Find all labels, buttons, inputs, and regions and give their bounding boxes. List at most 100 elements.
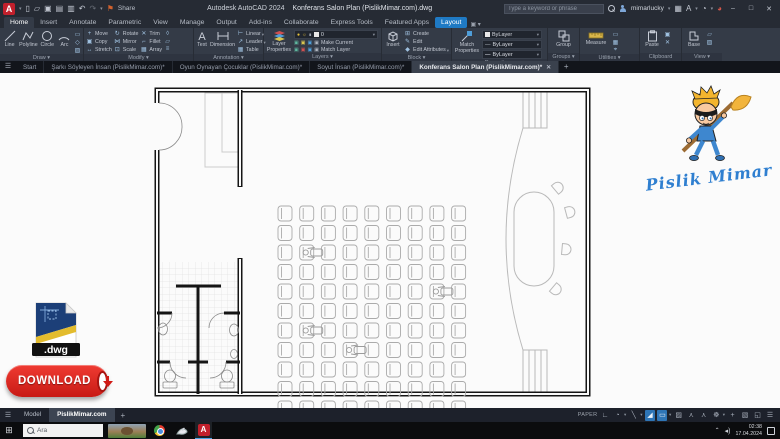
osnap-icon-caret[interactable]: ▾ [669, 412, 671, 418]
chrome-taskbar-icon[interactable] [151, 422, 168, 439]
table-button[interactable]: ▦Table [237, 47, 266, 54]
edit-attributes-button[interactable]: ◆Edit Attributes ▾ [404, 47, 449, 54]
snap-mode-icon[interactable]: ◔ [612, 410, 622, 421]
panel-title-groups[interactable]: Groups ▾ [548, 53, 579, 61]
quick-calc-icon[interactable]: ▦ [612, 39, 619, 46]
file-tab-konferans-salon-plan[interactable]: Konferans Salon Plan (PislikMimar.com)*✕ [412, 61, 559, 73]
isolate-objects-icon[interactable]: ◱ [753, 410, 763, 421]
action-center-icon[interactable] [767, 427, 775, 435]
open-icon[interactable]: ▱ [34, 4, 40, 13]
autocad-app-icon[interactable]: A [3, 3, 15, 15]
ribbon-tab-layout[interactable]: Layout [435, 17, 467, 28]
layer-properties-button[interactable]: Layer Properties [266, 30, 292, 53]
circle-button[interactable]: Circle [40, 30, 55, 49]
panel-title-view[interactable]: View ▾ [682, 53, 722, 61]
annotation-autoscale-icon[interactable]: ⋏ [699, 410, 709, 421]
autodesk-account-icon[interactable]: A [686, 4, 691, 13]
undo-icon[interactable]: ↶ [79, 4, 86, 13]
user-avatar-icon[interactable] [619, 5, 627, 13]
layout-tab-pislikmimar-com[interactable]: PislikMimar.com [49, 408, 114, 422]
ribbon-tab-insert[interactable]: Insert [34, 17, 63, 28]
make-current-button[interactable]: ▣▣▣▣ Make Current [294, 40, 378, 46]
new-drawing-tab-button[interactable]: + [559, 61, 573, 73]
polar-tracking-icon-caret[interactable]: ▾ [640, 412, 642, 418]
match-properties-button[interactable]: Match Properties [454, 30, 480, 54]
annotation-visibility-icon[interactable]: ⋏ [686, 410, 696, 421]
trim-button[interactable]: ✕Trim [140, 31, 162, 38]
text-button[interactable]: A Text [196, 30, 208, 49]
file-tab-soyut-i-nsan[interactable]: Soyut İnsan (PislikMimar.com)* [310, 61, 412, 73]
quick-select-icon[interactable]: ▭ [612, 31, 619, 38]
file-tab-start[interactable]: Start [16, 61, 44, 73]
taskbar-search-box[interactable]: Ara [23, 424, 103, 437]
rotate-button[interactable]: ↻Rotate [114, 31, 139, 38]
close-button[interactable]: ✕ [762, 5, 776, 13]
ribbon-tab-manage[interactable]: Manage [174, 17, 211, 28]
scale-button[interactable]: ⊡Scale [114, 47, 139, 54]
ribbon-tab-view[interactable]: View [147, 17, 174, 28]
linear-button[interactable]: ⊢Linear ▾ [237, 31, 266, 38]
move-button[interactable]: +Move [86, 31, 112, 38]
autodesk-caret-icon[interactable]: ▾ [695, 6, 698, 12]
ribbon-tab-featured-apps[interactable]: Featured Apps [379, 17, 435, 28]
share-label[interactable]: Share [118, 5, 135, 12]
grid-display-icon[interactable]: ∟ [600, 410, 610, 421]
object-color-dropdown[interactable]: ByLayer▾ [482, 30, 542, 39]
section-view-icon[interactable]: ▨ [706, 39, 713, 46]
close-tab-icon[interactable]: ✕ [546, 64, 551, 71]
polyline-button[interactable]: Polyline [19, 30, 38, 49]
paper-space-label[interactable]: PAPER [578, 412, 598, 418]
annotation-scale-icon[interactable]: ☸ [711, 410, 721, 421]
ellipse-tool-icon[interactable]: ◇ [74, 39, 81, 46]
copy-button[interactable]: ▣Copy [86, 39, 112, 46]
polar-tracking-icon[interactable]: ╲ [629, 410, 639, 421]
app-menu-caret-icon[interactable]: ▾ [19, 6, 22, 12]
share-icon[interactable]: ⚑ [107, 4, 114, 13]
mirror-button[interactable]: ⋈Mirror [114, 39, 139, 46]
isodraft-icon[interactable]: ◢ [645, 410, 655, 421]
snap-mode-icon-caret[interactable]: ▾ [624, 412, 626, 418]
ribbon-tab-home[interactable]: Home [4, 17, 34, 28]
volume-icon[interactable]: ◂) [725, 427, 731, 435]
annotation-scale-icon-caret[interactable]: ▾ [723, 412, 725, 418]
measure-button[interactable]: Measure [582, 30, 610, 47]
array-button[interactable]: ▦Array [140, 47, 162, 54]
ribbon-tab-parametric[interactable]: Parametric [102, 17, 147, 28]
help-icon[interactable]: ◔ [702, 4, 707, 13]
saveas-icon[interactable]: ▤ [56, 4, 64, 13]
edit-block-button[interactable]: ✎Edit [404, 39, 449, 46]
file-tabs-menu-icon[interactable]: ☰ [0, 61, 16, 73]
selection-cycling-icon[interactable]: ▨ [674, 410, 684, 421]
ribbon-tab-collaborate[interactable]: Collaborate [278, 17, 325, 28]
base-view-button[interactable]: Base [684, 30, 704, 49]
tray-chevron-icon[interactable]: ⌃ [715, 427, 720, 434]
copy-clip-icon[interactable]: ▣ [664, 31, 671, 38]
explode-tool-icon[interactable]: ▱ [164, 38, 171, 45]
stretch-button[interactable]: ↔Stretch [86, 47, 112, 54]
new-file-icon[interactable]: ▯ [26, 4, 30, 13]
ribbon-tab-add-ins[interactable]: Add-ins [243, 17, 278, 28]
id-point-icon[interactable]: ⌖ [612, 47, 619, 54]
create-block-button[interactable]: ⊞Create [404, 31, 449, 38]
file-tab-şarkı-söyleyen-i-nsan[interactable]: Şarkı Söyleyen İnsan (PislikMimar.com)* [44, 61, 172, 73]
taskbar-clock[interactable]: 02:38 17.04.2024 [735, 424, 762, 436]
minimize-button[interactable]: – [726, 5, 740, 12]
new-layout-button[interactable]: + [115, 411, 132, 420]
cut-icon[interactable]: ✕ [664, 39, 671, 46]
download-button[interactable]: DOWNLOAD [6, 365, 108, 397]
paint3d-taskbar-icon[interactable] [173, 422, 190, 439]
news-widget-thumbnail[interactable] [108, 424, 146, 438]
help-caret-icon[interactable]: ▾ [711, 6, 714, 12]
match-layer-button[interactable]: ▣▣▣▣ Match Layer [294, 47, 378, 53]
erase-tool-icon[interactable]: ◊ [164, 31, 171, 37]
leader-button[interactable]: ↗Leader ▾ [237, 39, 266, 46]
keyword-search-input[interactable] [504, 4, 604, 14]
lineweight-dropdown[interactable]: —ByLayer▾ [482, 50, 542, 59]
line-button[interactable]: Line [2, 30, 17, 49]
quick-properties-icon[interactable]: ▧ [740, 410, 750, 421]
drawing-canvas[interactable]: Pislik Mimar .dwg DOWNLOAD [0, 73, 780, 408]
ribbon-tab-output[interactable]: Output [210, 17, 242, 28]
save-icon[interactable]: ▣ [44, 4, 52, 13]
viewport-icon[interactable]: ▱ [706, 31, 713, 38]
maximize-button[interactable]: □ [744, 5, 758, 12]
